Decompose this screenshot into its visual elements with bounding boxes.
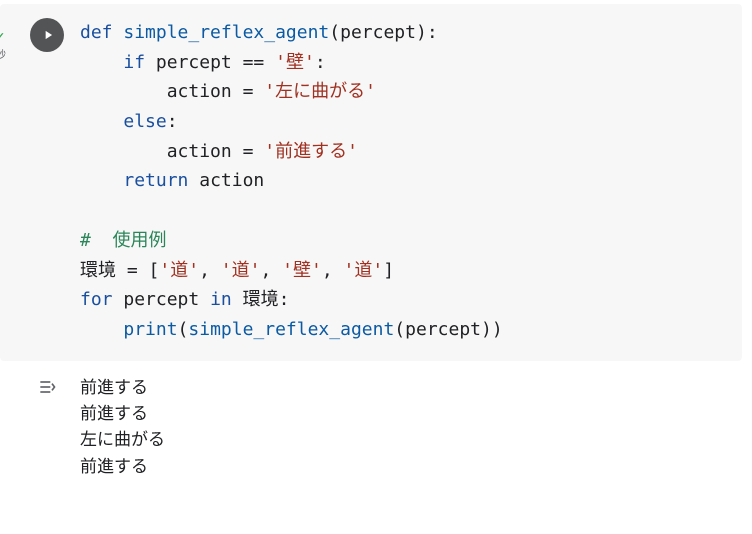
execution-seconds-label: 秒 bbox=[0, 46, 6, 61]
code-var: 環境 bbox=[80, 260, 116, 281]
run-button-column bbox=[24, 12, 70, 52]
code-keyword: else bbox=[123, 111, 166, 132]
code-function-name: simple_reflex_agent bbox=[123, 22, 329, 43]
code-keyword: for bbox=[80, 289, 113, 310]
code-punct: ( bbox=[178, 319, 189, 340]
code-string: '道' bbox=[344, 260, 384, 281]
code-builtin: print bbox=[123, 319, 177, 340]
code-punct: : bbox=[315, 52, 326, 73]
code-punct: ( bbox=[394, 319, 405, 340]
code-string: '道' bbox=[221, 260, 261, 281]
code-editor[interactable]: def simple_reflex_agent(percept): if per… bbox=[70, 12, 742, 345]
notebook-cell: ✓ 秒 def simple_reflex_agent(percept): if… bbox=[0, 0, 752, 534]
code-param: percept bbox=[340, 22, 416, 43]
output-line: 前進する bbox=[80, 378, 148, 397]
code-cell-row: ✓ 秒 def simple_reflex_agent(percept): if… bbox=[0, 4, 742, 361]
code-punct: ) bbox=[492, 319, 503, 340]
code-punct: : bbox=[167, 111, 178, 132]
success-check-icon: ✓ bbox=[0, 30, 6, 46]
code-punct: ] bbox=[383, 260, 394, 281]
code-var: percept bbox=[156, 52, 232, 73]
code-punct: ( bbox=[329, 22, 340, 43]
code-keyword: return bbox=[123, 170, 188, 191]
code-string: '左に曲がる' bbox=[264, 81, 376, 102]
output-line: 左に曲がる bbox=[80, 430, 165, 449]
output-line: 前進する bbox=[80, 404, 148, 423]
code-punct: : bbox=[279, 289, 290, 310]
code-op: = bbox=[243, 81, 254, 102]
code-punct: , bbox=[322, 260, 333, 281]
code-punct: , bbox=[199, 260, 210, 281]
code-punct: , bbox=[260, 260, 271, 281]
code-string: '道' bbox=[159, 260, 199, 281]
code-var: action bbox=[167, 81, 232, 102]
output-icon-column bbox=[24, 375, 70, 397]
code-op: = bbox=[243, 141, 254, 162]
code-comment: # 使用例 bbox=[80, 230, 167, 251]
code-punct: ) bbox=[481, 319, 492, 340]
code-var: action bbox=[199, 170, 264, 191]
code-keyword: in bbox=[210, 289, 232, 310]
output-line: 前進する bbox=[80, 457, 148, 476]
code-punct: [ bbox=[149, 260, 160, 281]
code-op: == bbox=[243, 52, 265, 73]
output-row: 前進する 前進する 左に曲がる 前進する bbox=[0, 361, 742, 486]
code-function-call: simple_reflex_agent bbox=[188, 319, 394, 340]
code-string: '壁' bbox=[282, 260, 322, 281]
play-icon bbox=[41, 28, 55, 42]
run-cell-button[interactable] bbox=[30, 18, 64, 52]
code-op: = bbox=[127, 260, 138, 281]
code-var: percept bbox=[123, 289, 199, 310]
code-string: '壁' bbox=[275, 52, 315, 73]
code-punct: : bbox=[427, 22, 438, 43]
code-keyword: if bbox=[123, 52, 145, 73]
code-string: '前進する' bbox=[264, 141, 358, 162]
code-var: action bbox=[167, 141, 232, 162]
code-punct: ) bbox=[416, 22, 427, 43]
code-var: percept bbox=[405, 319, 481, 340]
cell-output: 前進する 前進する 左に曲がる 前進する bbox=[70, 375, 742, 480]
output-toggle-icon[interactable] bbox=[37, 377, 57, 397]
code-var: 環境 bbox=[243, 289, 279, 310]
code-keyword: def bbox=[80, 22, 113, 43]
